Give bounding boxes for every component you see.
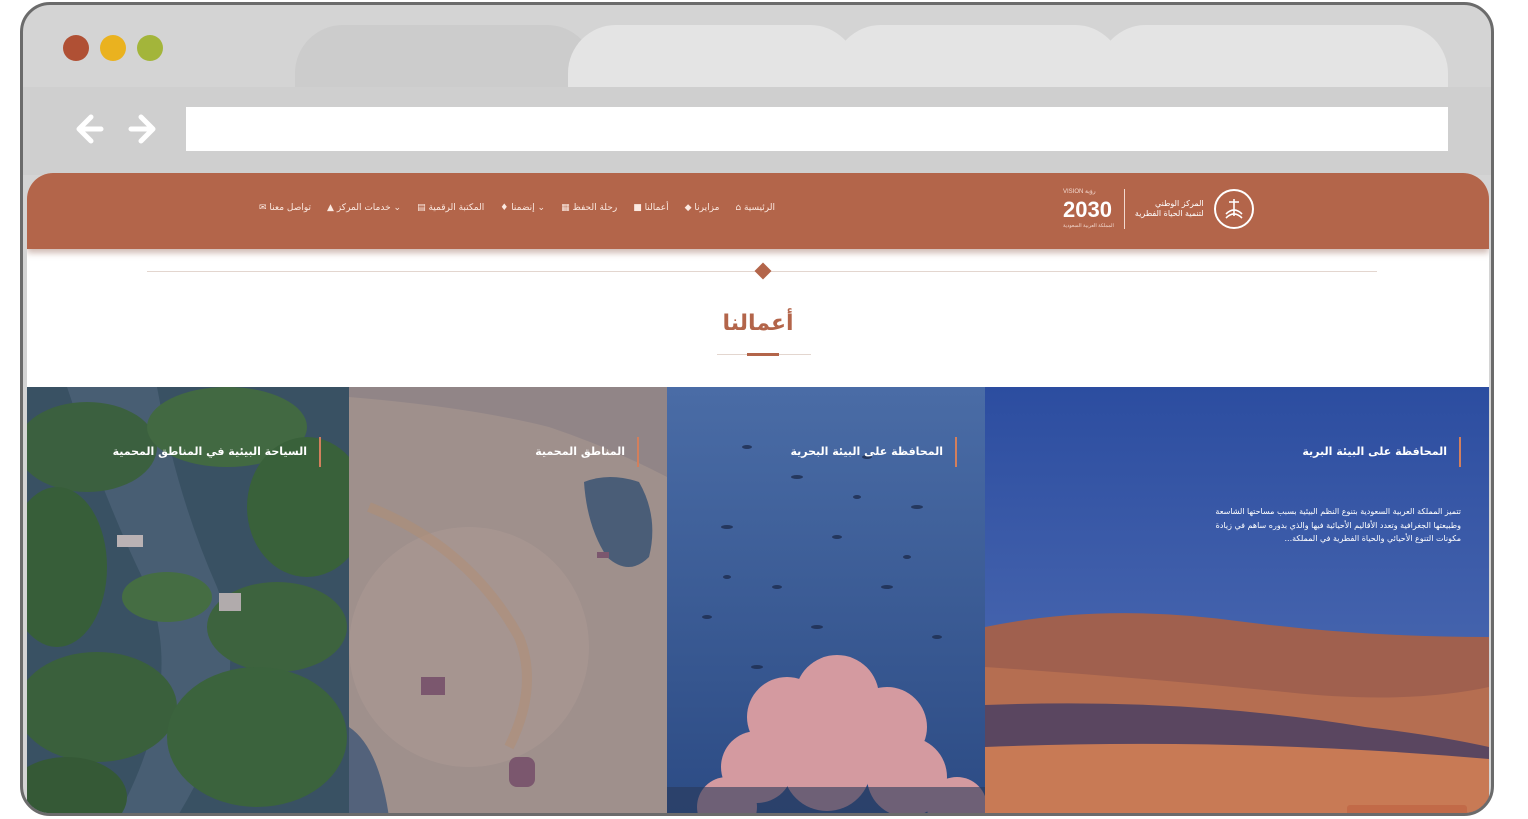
- web-page: ⌂ الرئيسية ◆ مزايرنا ■ أعمالنا ▦ رحلة ال…: [27, 173, 1489, 813]
- book-icon: ▤: [417, 203, 429, 213]
- nav-item-conservation-journey[interactable]: ▦ رحلة الحفظ: [561, 203, 617, 213]
- chevron-down-icon: ⌄: [534, 203, 546, 213]
- emblem-icon[interactable]: [1213, 189, 1254, 229]
- close-window-button[interactable]: [63, 35, 89, 61]
- maximize-window-button[interactable]: [137, 35, 163, 61]
- vision-2030-logo[interactable]: VISION رؤية 2030 المملكة العربية السعودي…: [1063, 189, 1114, 229]
- card-title: المحافظة على البيئة البرية: [1302, 437, 1461, 467]
- contact-icon: ✉: [259, 203, 270, 213]
- nav-item-join-us[interactable]: ♦ إنضمنا ⌄: [500, 203, 545, 213]
- card-title: المحافظة على البيئة البحرية: [790, 437, 957, 467]
- browser-window: ⌂ الرئيسية ◆ مزايرنا ■ أعمالنا ▦ رحلة ال…: [20, 2, 1494, 816]
- title-underline: [747, 353, 779, 356]
- browser-tab[interactable]: [1098, 25, 1448, 89]
- back-arrow-icon[interactable]: [73, 109, 105, 149]
- square-icon: ■: [633, 203, 645, 213]
- read-more-button[interactable]: [1347, 805, 1467, 813]
- card-protected-areas[interactable]: المناطق المحمية: [349, 387, 667, 813]
- main-navigation: ⌂ الرئيسية ◆ مزايرنا ■ أعمالنا ▦ رحلة ال…: [259, 203, 775, 213]
- nav-item-our-work[interactable]: ■ أعمالنا: [633, 203, 668, 213]
- card-title: السياحة البيئية في المناطق المحمية: [113, 437, 321, 467]
- chevron-down-icon: ⌄: [390, 203, 402, 213]
- browser-tab-active[interactable]: [295, 25, 595, 89]
- browser-tab[interactable]: [568, 25, 858, 89]
- card-marine-environment[interactable]: المحافظة على البيئة البحرية: [667, 387, 985, 813]
- address-bar[interactable]: [186, 107, 1448, 151]
- card-eco-tourism[interactable]: السياحة البيئية في المناطق المحمية: [27, 387, 349, 813]
- logo-divider: [1123, 189, 1125, 229]
- nav-item-center-services[interactable]: ▲ خدمات المركز ⌄: [327, 203, 401, 213]
- diamond-ornament-icon: [754, 262, 772, 280]
- home-icon: ⌂: [735, 203, 744, 213]
- browser-toolbar: [23, 87, 1491, 175]
- card-title: المناطق المحمية: [535, 437, 639, 467]
- forward-arrow-icon[interactable]: [127, 109, 159, 149]
- nav-item-features[interactable]: ◆ مزايرنا: [685, 203, 720, 213]
- minimize-window-button[interactable]: [100, 35, 126, 61]
- card-land-environment[interactable]: المحافظة على البيئة البرية تتميز المملكة…: [985, 387, 1489, 813]
- nav-item-digital-library[interactable]: ▤ المكتبة الرقمية: [417, 203, 484, 213]
- diamond-icon: ◆: [684, 203, 695, 213]
- nav-item-contact-us[interactable]: ✉ تواصل معنا: [259, 203, 311, 213]
- browser-tab[interactable]: [833, 25, 1123, 89]
- card-description: تتميز المملكة العربية السعودية بتنوع الن…: [1215, 507, 1461, 544]
- ncw-logo-text[interactable]: المركز الوطني لتنمية الحياة الفطرية: [1135, 199, 1204, 220]
- section-title: أعمالنا: [722, 311, 794, 336]
- pin-icon: ♦: [500, 203, 512, 213]
- site-header: ⌂ الرئيسية ◆ مزايرنا ■ أعمالنا ▦ رحلة ال…: [27, 173, 1489, 249]
- grid-icon: ▦: [561, 203, 573, 213]
- nav-item-home[interactable]: ⌂ الرئيسية: [735, 203, 775, 213]
- window-controls: [63, 35, 163, 61]
- services-icon: ▲: [327, 203, 337, 213]
- logo-group[interactable]: VISION رؤية 2030 المملكة العربية السعودي…: [1063, 181, 1254, 237]
- work-cards: السياحة البيئية في المناطق المحمية المنا…: [27, 387, 1489, 813]
